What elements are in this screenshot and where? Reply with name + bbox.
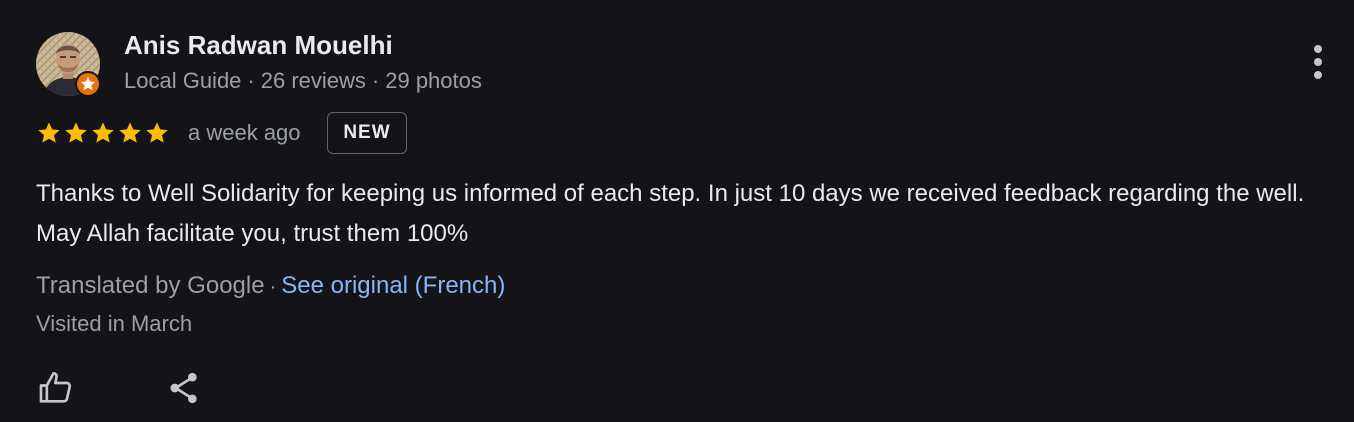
star-icon [119, 122, 141, 143]
meta-separator: · [371, 68, 380, 93]
review-card: Anis Radwan Mouelhi Local Guide · 26 revie… [0, 0, 1354, 422]
translation-info: Translated by Google · See original (Frenc… [36, 272, 505, 300]
star-icon [65, 122, 87, 143]
thumb-up-icon [39, 372, 72, 403]
meta-separator: · [247, 68, 255, 93]
new-badge: NEW [327, 112, 407, 154]
star-rating [36, 120, 170, 148]
review-text: Thanks to Well Solidarity for keeping us… [36, 180, 1305, 247]
more-options-button[interactable] [1305, 44, 1331, 84]
review-date: a week ago [188, 120, 301, 145]
share-icon [170, 372, 197, 404]
like-button[interactable] [36, 368, 76, 408]
star-icon [92, 122, 114, 143]
review-count: 26 reviews [260, 68, 366, 93]
share-button[interactable] [164, 368, 204, 408]
photo-count: 29 photos [385, 68, 482, 93]
local-guide-label: Local Guide [124, 68, 242, 93]
translation-separator: · [269, 276, 277, 298]
visited-date: Visited in March [36, 311, 193, 336]
author-name[interactable]: Anis Radwan Mouelhi [124, 30, 393, 61]
see-original-link[interactable]: See original (French) [281, 272, 505, 299]
translated-by-label: Translated by Google [36, 272, 265, 299]
more-vert-icon [1314, 45, 1322, 79]
author-meta[interactable]: Local Guide · 26 reviews · 29 photos [124, 68, 482, 94]
local-guide-star-icon [75, 71, 101, 97]
star-icon [38, 122, 60, 143]
star-icon [146, 122, 168, 143]
avatar[interactable] [36, 32, 101, 97]
